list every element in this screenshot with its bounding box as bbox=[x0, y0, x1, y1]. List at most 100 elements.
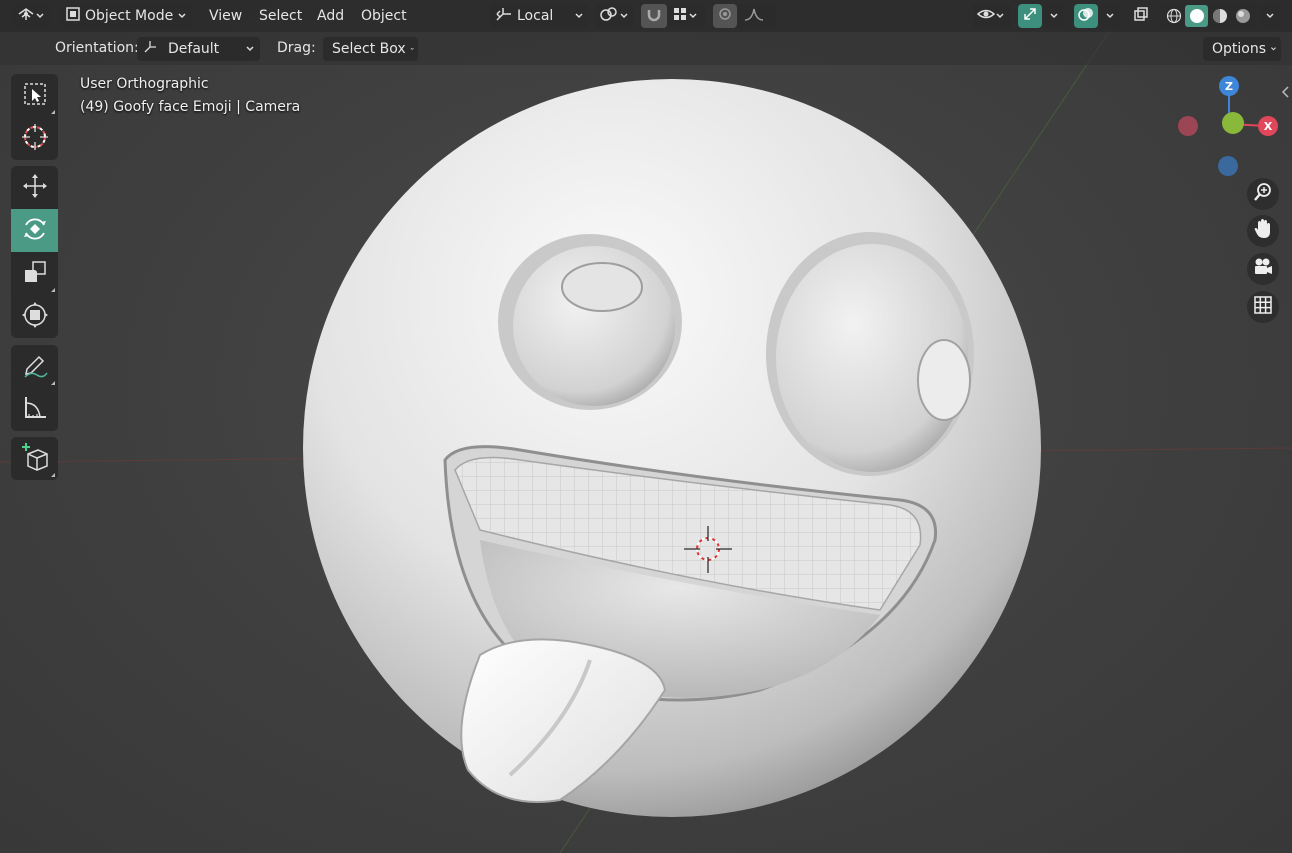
menu-object[interactable]: Object bbox=[361, 4, 407, 28]
rendered-shading-icon[interactable] bbox=[1231, 8, 1254, 24]
xray-toggle[interactable] bbox=[1129, 4, 1153, 28]
mode-dropdown[interactable]: Object Mode bbox=[60, 4, 193, 28]
overlays-icon bbox=[1077, 6, 1095, 26]
measure-icon bbox=[22, 395, 48, 425]
eye-icon bbox=[976, 6, 996, 26]
scene-render bbox=[0, 29, 1292, 853]
chevron-down-icon bbox=[1266, 13, 1274, 19]
proportional-editing-toggle[interactable] bbox=[713, 4, 737, 28]
drag-dropdown[interactable]: Select Box bbox=[323, 37, 418, 61]
magnet-icon bbox=[646, 6, 662, 26]
scale-tool[interactable] bbox=[11, 252, 58, 295]
zoom-button[interactable] bbox=[1247, 178, 1279, 210]
options-label: Options bbox=[1212, 41, 1267, 57]
visibility-dropdown[interactable] bbox=[973, 4, 1011, 28]
3d-viewport[interactable] bbox=[0, 0, 1292, 853]
gizmo-neg-x[interactable] bbox=[1178, 116, 1198, 136]
transform-icon bbox=[21, 301, 49, 333]
chevron-down-icon bbox=[36, 13, 44, 19]
toolbar-transform-group bbox=[11, 166, 58, 338]
snap-target-dropdown[interactable] bbox=[668, 4, 706, 28]
chevron-down-icon bbox=[246, 46, 254, 52]
grid-icon bbox=[1253, 295, 1273, 319]
material-shading-icon[interactable] bbox=[1208, 8, 1231, 24]
view-name: User Orthographic bbox=[80, 76, 209, 92]
editor-type-icon bbox=[17, 6, 35, 26]
overlays-toggle[interactable] bbox=[1074, 4, 1098, 28]
chevron-down-icon bbox=[178, 13, 186, 19]
add-cube-tool[interactable] bbox=[11, 437, 58, 480]
navigation-gizmo[interactable]: Z X Y bbox=[1170, 70, 1290, 180]
solid-shading-icon[interactable] bbox=[1185, 5, 1208, 27]
transform-orientation-dropdown[interactable]: Local bbox=[490, 4, 588, 28]
proportional-falloff-dropdown[interactable] bbox=[738, 4, 776, 28]
object-mode-icon bbox=[65, 6, 81, 26]
orientation-field-label: Orientation: bbox=[55, 40, 139, 56]
camera-view-button[interactable] bbox=[1247, 253, 1279, 285]
annotate-tool[interactable] bbox=[11, 345, 58, 388]
scale-icon bbox=[22, 259, 48, 289]
orientation-icon bbox=[495, 6, 513, 26]
select-box-tool[interactable] bbox=[11, 74, 58, 117]
toolbar-select-group bbox=[11, 74, 58, 160]
cursor-tool[interactable] bbox=[11, 117, 58, 160]
menu-select[interactable]: Select bbox=[259, 4, 302, 28]
toolbar-annotate-group bbox=[11, 345, 58, 431]
rotate-icon bbox=[21, 215, 49, 247]
left-pupil bbox=[561, 262, 643, 312]
viewport-header: Object Mode View Select Add Object Local bbox=[0, 0, 1292, 32]
toolbar-add-group bbox=[11, 437, 58, 480]
zoom-icon bbox=[1253, 182, 1273, 206]
gizmo-x-axis[interactable]: X bbox=[1258, 116, 1278, 136]
measure-tool[interactable] bbox=[11, 388, 58, 431]
chevron-down-icon bbox=[996, 13, 1004, 19]
add-cube-icon bbox=[20, 442, 50, 476]
pivot-point-dropdown[interactable] bbox=[596, 4, 634, 28]
xray-icon bbox=[1133, 6, 1149, 26]
hand-pan-icon bbox=[1253, 218, 1273, 244]
proportional-edit-icon bbox=[718, 7, 732, 25]
gizmo-z-axis[interactable]: Z bbox=[1219, 76, 1239, 96]
menu-view[interactable]: View bbox=[209, 4, 242, 28]
chevron-down-icon bbox=[1106, 13, 1114, 19]
cursor-icon bbox=[21, 123, 49, 155]
chevron-down-icon bbox=[1050, 13, 1058, 19]
editor-type-button[interactable] bbox=[12, 4, 50, 28]
drag-value: Select Box bbox=[332, 41, 406, 57]
mode-label: Object Mode bbox=[85, 8, 174, 24]
wireframe-shading-icon[interactable] bbox=[1162, 8, 1185, 24]
gizmo-neg-z[interactable] bbox=[1218, 156, 1238, 176]
perspective-toggle-button[interactable] bbox=[1247, 291, 1279, 323]
menu-add[interactable]: Add bbox=[317, 4, 344, 28]
move-icon bbox=[21, 172, 49, 204]
object-info: (49) Goofy face Emoji | Camera bbox=[80, 99, 301, 115]
select-box-icon bbox=[22, 81, 48, 111]
pivot-icon bbox=[599, 6, 619, 26]
chevron-down-icon bbox=[689, 13, 697, 19]
overlays-dropdown[interactable] bbox=[1099, 4, 1121, 28]
chevron-down-icon bbox=[410, 47, 414, 50]
move-tool[interactable] bbox=[11, 166, 58, 209]
falloff-icon bbox=[744, 6, 764, 26]
orientation-label: Local bbox=[517, 8, 554, 24]
pan-button[interactable] bbox=[1247, 215, 1279, 247]
tool-settings-header: Orientation: Default Drag: Select Box Op… bbox=[0, 32, 1292, 65]
transform-tool[interactable] bbox=[11, 295, 58, 338]
gizmo-dropdown[interactable] bbox=[1043, 4, 1065, 28]
rotate-tool[interactable] bbox=[11, 209, 58, 252]
gizmo-toggle[interactable] bbox=[1018, 4, 1042, 28]
gizmo-arrow-icon bbox=[1022, 6, 1038, 26]
snap-grid-icon bbox=[672, 6, 688, 26]
orientation-axis-icon bbox=[142, 39, 158, 59]
annotate-icon bbox=[21, 351, 49, 383]
camera-icon bbox=[1252, 257, 1274, 281]
snap-toggle[interactable] bbox=[641, 4, 667, 28]
gizmo-y-axis[interactable]: Y bbox=[1222, 112, 1244, 134]
options-dropdown[interactable]: Options bbox=[1203, 37, 1281, 61]
chevron-down-icon bbox=[1271, 47, 1276, 51]
chevron-down-icon bbox=[620, 13, 628, 19]
shading-dropdown[interactable] bbox=[1259, 4, 1281, 28]
right-pupil bbox=[917, 339, 971, 421]
orientation-dropdown[interactable]: Default bbox=[137, 37, 260, 61]
orientation-value: Default bbox=[168, 41, 220, 57]
